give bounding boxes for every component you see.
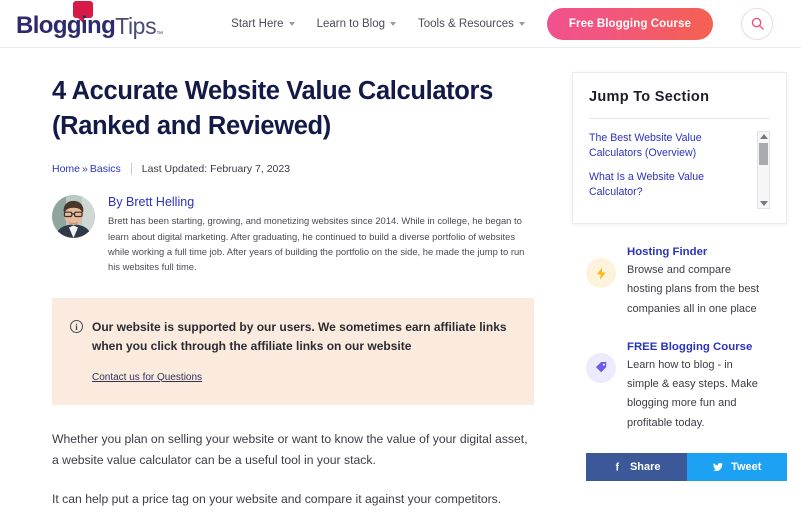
price-tag-icon — [586, 352, 616, 383]
affiliate-disclosure-box: i Our website is supported by our users.… — [52, 298, 534, 405]
facebook-icon — [615, 462, 620, 471]
twitter-icon — [713, 462, 724, 471]
jump-to-section-scroll-area: The Best Website Value Calculators (Over… — [589, 131, 770, 209]
jump-to-section-title: Jump To Section — [589, 89, 770, 119]
nav-item-tools-resources[interactable]: Tools & Resources — [418, 18, 525, 30]
promo-free-blogging-course[interactable]: FREE Blogging Course Learn how to blog -… — [572, 341, 787, 433]
lightning-bolt-icon — [586, 258, 616, 288]
article-meta: Home» Basics Last Updated: February 7, 20… — [52, 163, 534, 176]
chevron-down-icon — [390, 22, 396, 26]
avatar-photo — [52, 195, 95, 239]
promo-title[interactable]: FREE Blogging Course — [627, 341, 761, 353]
article-content: 4 Accurate Website Value Calculators (Ra… — [14, 48, 570, 531]
article-paragraph: Whether you plan on selling your website… — [52, 431, 528, 468]
scrollbar-track[interactable] — [758, 139, 769, 201]
share-button-label: Tweet — [731, 460, 762, 473]
promo-text-wrap: Hosting Finder Browse and compare hostin… — [627, 246, 761, 319]
nav-item-label: Learn to Blog — [316, 17, 385, 30]
tag-glyph — [595, 362, 606, 373]
breadcrumb-category-link[interactable]: Basics — [90, 163, 121, 175]
article-paragraph: It can help put a price tag on your webs… — [52, 491, 502, 506]
jump-link-why-important[interactable]: Why Is a Website Value Calculator Import… — [589, 208, 749, 209]
affiliate-disclosure-text: Our website is supported by our users. W… — [92, 320, 507, 353]
scroll-down-arrow-icon[interactable] — [759, 201, 768, 206]
sidebar: Jump To Section The Best Website Value C… — [572, 48, 787, 531]
affiliate-top-row: i Our website is supported by our users.… — [70, 318, 512, 355]
free-blogging-course-button[interactable]: Free Blogging Course — [546, 7, 713, 40]
site-header: Blogging Tips ™ Start Here Learn to Blog… — [0, 0, 801, 48]
author-block: By Brett Helling Brett has been starting… — [52, 195, 534, 274]
jump-to-section-card: Jump To Section The Best Website Value C… — [572, 72, 787, 224]
meta-divider — [130, 163, 132, 176]
page-body: 4 Accurate Website Value Calculators (Ra… — [0, 48, 801, 531]
article-paragraph: Besides price labeling, it provides seve… — [52, 528, 534, 531]
logo-secondary-text: Tips — [115, 12, 157, 39]
last-updated-text: Last Updated: February 7, 2023 — [141, 163, 291, 176]
jump-list-scrollbar[interactable] — [757, 131, 770, 209]
main-navigation: Start Here Learn to Blog Tools & Resourc… — [231, 7, 773, 40]
breadcrumb: Home» Basics — [52, 163, 121, 175]
facebook-share-button[interactable]: Share — [586, 452, 687, 481]
share-buttons-row: Share Tweet — [572, 452, 787, 481]
author-bio: Brett has been starting, growing, and mo… — [108, 215, 525, 273]
promo-text-wrap: FREE Blogging Course Learn how to blog -… — [627, 341, 761, 433]
jump-link-overview[interactable]: The Best Website Value Calculators (Over… — [589, 131, 749, 162]
share-button-label: Share — [629, 460, 661, 473]
logo-primary-text: Blogging — [16, 11, 116, 39]
site-logo[interactable]: Blogging Tips ™ — [16, 0, 164, 39]
page-title: 4 Accurate Website Value Calculators (Ra… — [52, 77, 493, 141]
nav-item-start-here[interactable]: Start Here — [231, 17, 295, 30]
contact-us-link[interactable]: Contact us for Questions — [92, 372, 202, 383]
nav-item-learn-to-blog[interactable]: Learn to Blog — [317, 18, 396, 30]
author-text-wrap: By Brett Helling Brett has been starting… — [108, 195, 534, 274]
info-circle-icon: i — [70, 320, 83, 334]
nav-item-label: Start Here — [231, 17, 284, 30]
promo-description: Browse and compare hosting plans from th… — [627, 264, 760, 315]
scrollbar-thumb[interactable] — [759, 143, 768, 165]
promo-hosting-finder[interactable]: Hosting Finder Browse and compare hostin… — [572, 246, 787, 319]
jump-to-section-list: The Best Website Value Calculators (Over… — [589, 131, 757, 209]
search-icon — [751, 17, 764, 30]
chevron-down-icon — [518, 22, 525, 26]
jump-link-what-is[interactable]: What Is a Website Value Calculator? — [589, 170, 749, 201]
breadcrumb-separator: » — [82, 163, 88, 176]
chevron-down-icon — [288, 22, 295, 26]
avatar — [52, 195, 95, 239]
search-button[interactable] — [741, 7, 773, 40]
bolt-glyph — [596, 266, 606, 280]
nav-item-label: Tools & Resources — [418, 17, 514, 30]
promo-title[interactable]: Hosting Finder — [627, 246, 761, 258]
author-byline[interactable]: By Brett Helling — [108, 195, 534, 209]
article-body: Whether you plan on selling your website… — [52, 429, 534, 531]
twitter-tweet-button[interactable]: Tweet — [686, 452, 787, 481]
logo-trademark: ™ — [156, 30, 164, 38]
breadcrumb-home-link[interactable]: Home — [52, 163, 80, 175]
promo-description: Learn how to blog - in simple & easy ste… — [627, 358, 758, 429]
